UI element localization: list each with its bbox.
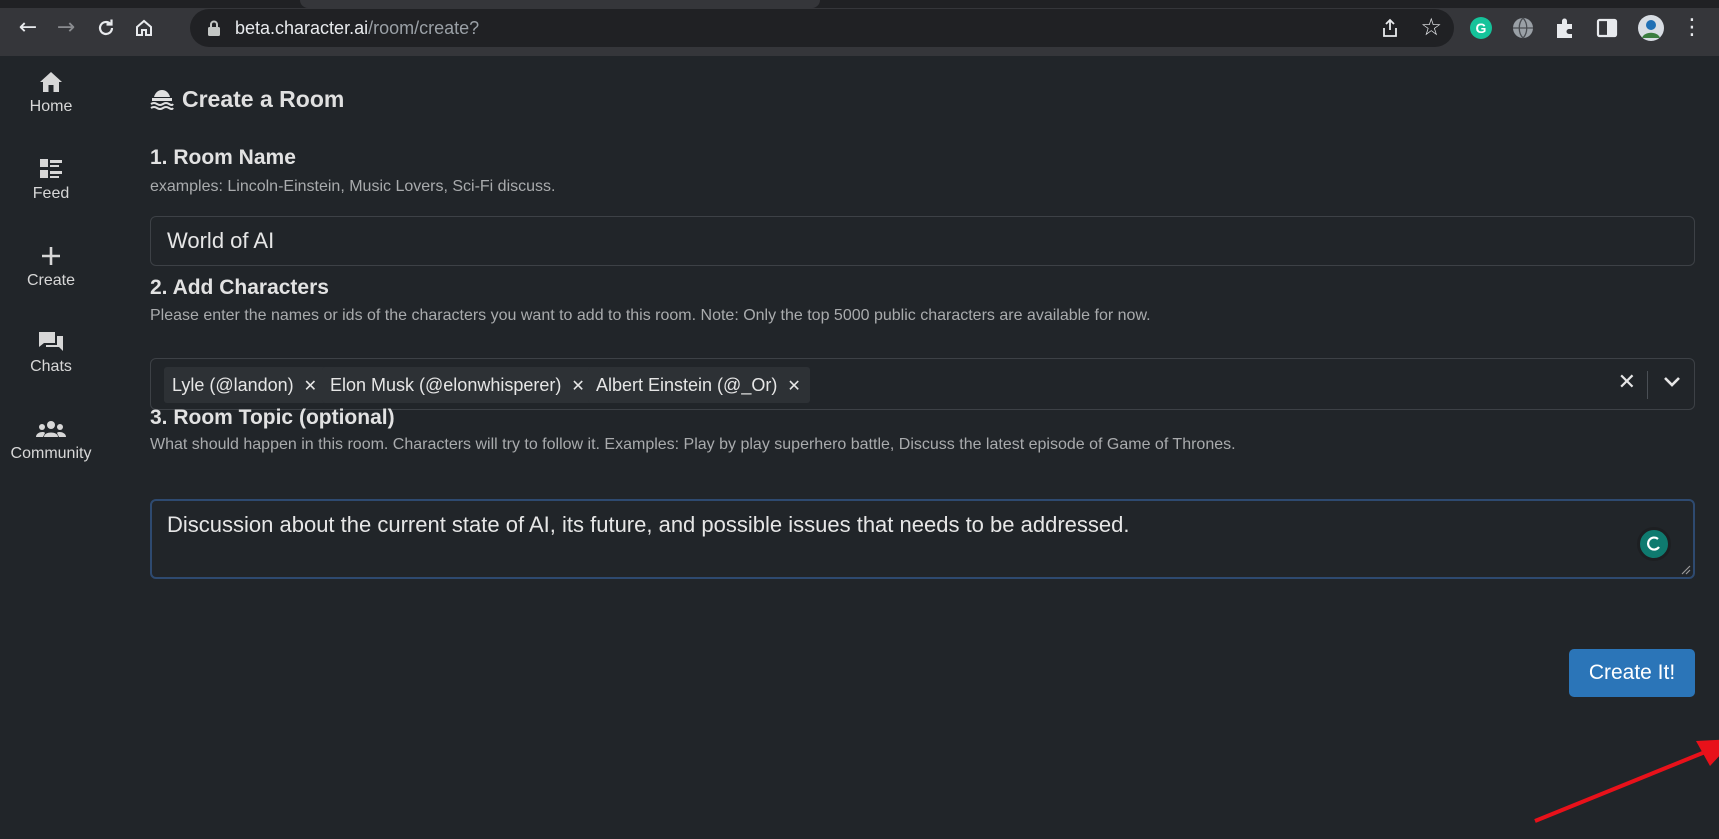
remove-chip-icon[interactable]: ✕ (571, 368, 584, 404)
puzzle-extensions-icon[interactable] (1551, 14, 1579, 42)
browser-toolbar: ← → beta.character.ai/room/create? ☆ G ⋮ (0, 0, 1719, 56)
sidebar-item-label: Community (10, 445, 92, 462)
chip-label: Elon Musk (@elonwhisperer) (330, 375, 562, 395)
feed-icon (40, 159, 62, 178)
room-name-heading: 1. Room Name (150, 146, 296, 169)
room-name-input[interactable] (151, 217, 1694, 265)
left-sidebar: Home Feed Create Chats Community (0, 56, 102, 839)
chat-icon (39, 332, 63, 351)
character-chip: Lyle (@landon) ✕ (164, 367, 327, 404)
room-icon (150, 90, 174, 110)
grammarly-icon[interactable] (1637, 527, 1671, 561)
globe-extension-icon[interactable] (1509, 14, 1537, 42)
chip-label: Albert Einstein (@_Or) (596, 375, 778, 395)
room-name-help: examples: Lincoln-Einstein, Music Lovers… (150, 178, 556, 195)
sidebar-item-label: Create (26, 272, 76, 289)
back-arrow-icon[interactable]: ← (12, 12, 44, 44)
forward-arrow-icon[interactable]: → (50, 12, 82, 44)
remove-chip-icon[interactable]: ✕ (787, 368, 800, 404)
sidebar-item-create[interactable]: Create (0, 244, 102, 290)
sidebar-item-chats[interactable]: Chats (0, 330, 102, 376)
community-icon (36, 421, 66, 437)
remove-chip-icon[interactable]: ✕ (304, 368, 317, 404)
sidebar-item-community[interactable]: Community (0, 417, 102, 463)
active-tab-edge (300, 0, 820, 8)
characters-multiselect[interactable]: Lyle (@landon) ✕ Elon Musk (@elonwhispere… (150, 358, 1695, 410)
lock-icon (208, 20, 220, 36)
bookmark-star-icon[interactable]: ☆ (1420, 13, 1442, 41)
chip-label: Lyle (@landon) (172, 375, 294, 395)
room-topic-heading: 3. Room Topic (optional) (150, 406, 395, 429)
grammarly-extension-icon[interactable]: G (1467, 14, 1495, 42)
svg-text:G: G (1476, 20, 1487, 36)
room-name-field (150, 216, 1695, 266)
sidebar-item-label: Home (29, 98, 73, 115)
address-bar[interactable]: beta.character.ai/room/create? ☆ (190, 9, 1454, 47)
add-characters-heading: 2. Add Characters (150, 276, 329, 299)
home-icon (40, 72, 62, 92)
clear-all-icon[interactable]: ✕ (1618, 370, 1636, 395)
plus-icon (42, 247, 60, 265)
room-topic-field: Discussion about the current state of AI… (150, 499, 1695, 579)
character-chip: Albert Einstein (@_Or) ✕ (588, 367, 810, 403)
create-room-button[interactable]: Create It! (1569, 649, 1695, 697)
room-topic-help: What should happen in this room. Charact… (150, 436, 1236, 453)
tab-strip (0, 0, 1719, 8)
url-path: /room/create? (368, 18, 480, 38)
profile-avatar[interactable] (1637, 14, 1665, 42)
annotation-arrow (1534, 739, 1719, 823)
home-browser-icon[interactable] (128, 12, 160, 44)
select-divider (1647, 371, 1648, 399)
add-characters-help: Please enter the names or ids of the cha… (150, 307, 1151, 324)
url-host: beta.character.ai (235, 18, 369, 38)
page-title-text: Create a Room (182, 86, 345, 112)
sidebar-item-label: Chats (30, 358, 72, 375)
chevron-down-icon[interactable] (1662, 375, 1682, 389)
share-icon[interactable] (1378, 16, 1402, 40)
url-text: beta.character.ai/room/create? (235, 18, 479, 39)
resize-handle-icon[interactable] (1681, 565, 1691, 575)
reload-icon[interactable] (90, 12, 122, 44)
sidebar-item-feed[interactable]: Feed (0, 157, 102, 203)
character-chip: Elon Musk (@elonwhisperer) ✕ (322, 367, 594, 403)
page-title: Create a Room (150, 86, 344, 113)
sidebar-item-home[interactable]: Home (0, 70, 102, 116)
room-topic-textarea[interactable]: Discussion about the current state of AI… (152, 501, 1693, 577)
browser-menu-icon[interactable]: ⋮ (1680, 12, 1704, 44)
side-panel-icon[interactable] (1593, 14, 1621, 42)
sidebar-item-label: Feed (32, 185, 70, 202)
